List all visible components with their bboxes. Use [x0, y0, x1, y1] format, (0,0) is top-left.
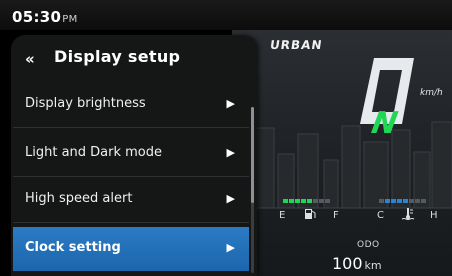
fuel-segment [307, 199, 312, 203]
fuel-empty-label: E [279, 210, 286, 221]
thermometer-icon [401, 208, 415, 220]
display-setup-panel: « Display setup Display brightness ▶ Lig… [11, 35, 257, 276]
menu-item-clock-setting[interactable]: Clock setting ▶ [13, 227, 249, 271]
city-skyline-background [232, 121, 452, 209]
temp-segment [391, 199, 396, 203]
double-chevron-left-icon[interactable]: « [25, 50, 35, 68]
fuel-segment [283, 199, 288, 203]
chevron-right-icon: ▶ [226, 192, 235, 205]
panel-header: « Display setup [11, 35, 257, 83]
fuel-segment [289, 199, 294, 203]
odo-unit: km [364, 259, 382, 272]
ride-mode-label: URBAN [269, 38, 324, 52]
scrollbar-thumb[interactable] [251, 107, 254, 203]
temp-cold-label: C [377, 210, 384, 221]
chevron-right-icon: ▶ [226, 241, 235, 254]
status-bar: 05:30PM [0, 0, 452, 30]
menu-item-label: Display brightness [25, 96, 146, 111]
speed-unit: km/h [420, 88, 443, 98]
temp-segment [385, 199, 390, 203]
fuel-segment [295, 199, 300, 203]
odo-label: ODO [357, 240, 380, 250]
temp-segment [415, 199, 420, 203]
clock-time: 05:30PM [12, 8, 78, 26]
chevron-right-icon: ▶ [226, 97, 235, 110]
temp-hot-label: H [430, 210, 438, 221]
fuel-segment [313, 199, 318, 203]
temp-segment [379, 199, 384, 203]
chevron-right-icon: ▶ [226, 146, 235, 159]
odo-value: 100 [332, 254, 363, 273]
temp-segment [403, 199, 408, 203]
time-value: 05:30 [12, 8, 62, 26]
temp-segment [397, 199, 402, 203]
fuel-segment [301, 199, 306, 203]
menu-item-light-dark-mode[interactable]: Light and Dark mode ▶ [13, 132, 249, 177]
time-period: PM [62, 14, 78, 25]
fuel-pump-icon [305, 209, 316, 219]
panel-title: Display setup [54, 47, 181, 66]
menu-item-label: High speed alert [25, 191, 133, 206]
menu-scrollbar[interactable] [251, 107, 254, 273]
temp-segment [409, 199, 414, 203]
instrument-cluster: URBAN 0 km/h N E F C [232, 30, 452, 276]
menu-item-label: Clock setting [25, 240, 121, 255]
menu-item-label: Light and Dark mode [25, 145, 163, 160]
fuel-segment [325, 199, 330, 203]
menu-item-display-brightness[interactable]: Display brightness ▶ [13, 83, 249, 128]
fuel-segment [319, 199, 324, 203]
menu-item-high-speed-alert[interactable]: High speed alert ▶ [13, 178, 249, 223]
odo-readout: 100 km [332, 254, 382, 273]
fuel-full-label: F [333, 210, 339, 221]
temp-segment [421, 199, 426, 203]
